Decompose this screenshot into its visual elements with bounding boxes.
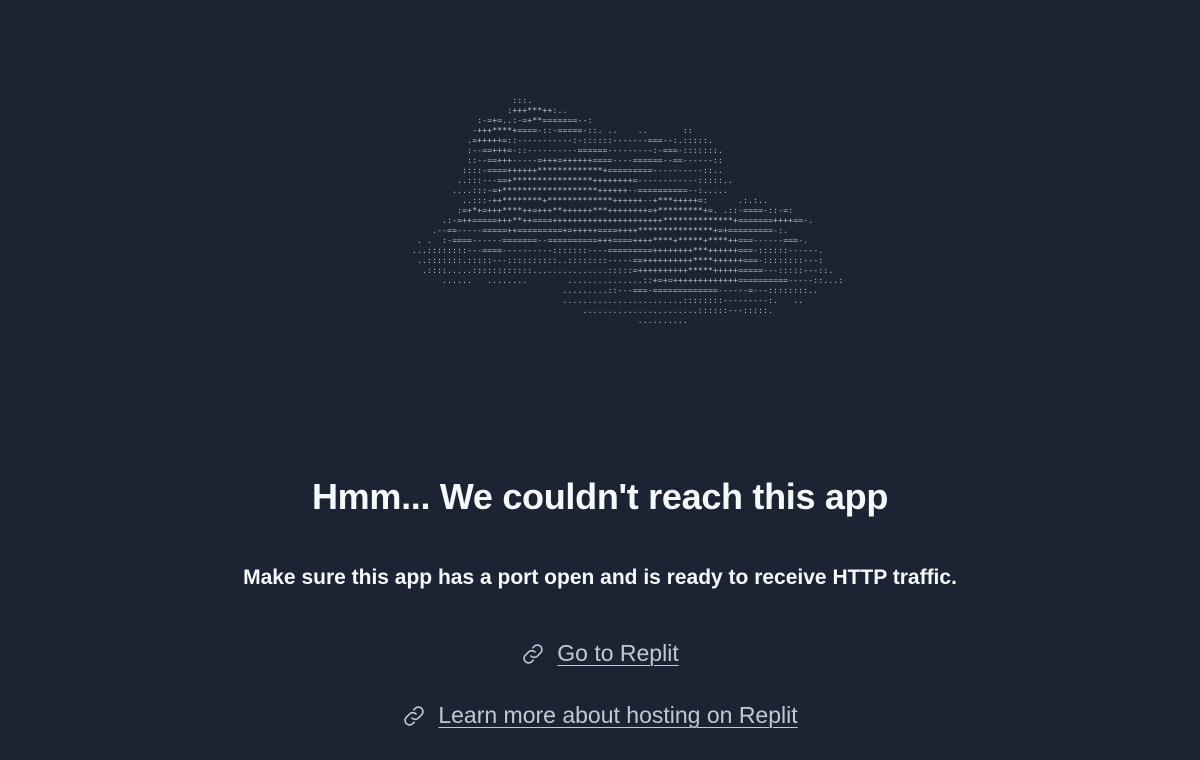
learn-more-hosting-link[interactable]: Learn more about hosting on Replit xyxy=(438,702,797,729)
link-icon xyxy=(521,642,545,666)
page-title: Hmm... We couldn't reach this app xyxy=(311,476,889,517)
ascii-cloud-art: :::. :+++***++:.. :-=+=..:-=+**=======--… xyxy=(412,96,844,325)
go-to-replit-link[interactable]: Go to Replit xyxy=(557,640,678,667)
link-icon xyxy=(402,704,426,728)
learn-more-row[interactable]: Learn more about hosting on Replit xyxy=(0,702,1200,729)
error-message: Make sure this app has a port open and i… xyxy=(243,566,957,589)
go-to-replit-row[interactable]: Go to Replit xyxy=(0,640,1200,667)
error-page: :::. :+++***++:.. :-=+=..:-=+**=======--… xyxy=(0,0,1200,760)
